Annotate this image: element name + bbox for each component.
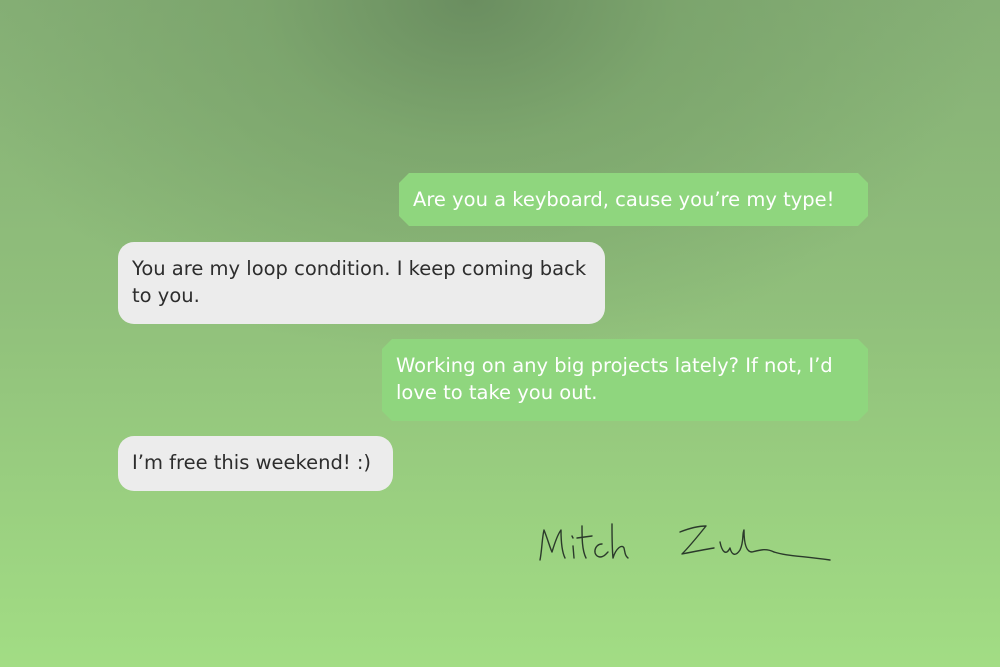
incoming-message: You are my loop condition. I keep coming… bbox=[118, 242, 605, 324]
message-text: Are you a keyboard, cause you’re my type… bbox=[413, 188, 835, 211]
incoming-message: I’m free this weekend! :) bbox=[118, 436, 393, 491]
handwritten-signature bbox=[539, 523, 831, 561]
message-text: I’m free this weekend! :) bbox=[132, 451, 372, 474]
outgoing-message: Are you a keyboard, cause you’re my type… bbox=[399, 173, 868, 226]
message-text: Working on any big projects lately? If n… bbox=[396, 354, 833, 404]
outgoing-message: Working on any big projects lately? If n… bbox=[382, 339, 868, 421]
message-text: You are my loop condition. I keep coming… bbox=[132, 257, 587, 307]
